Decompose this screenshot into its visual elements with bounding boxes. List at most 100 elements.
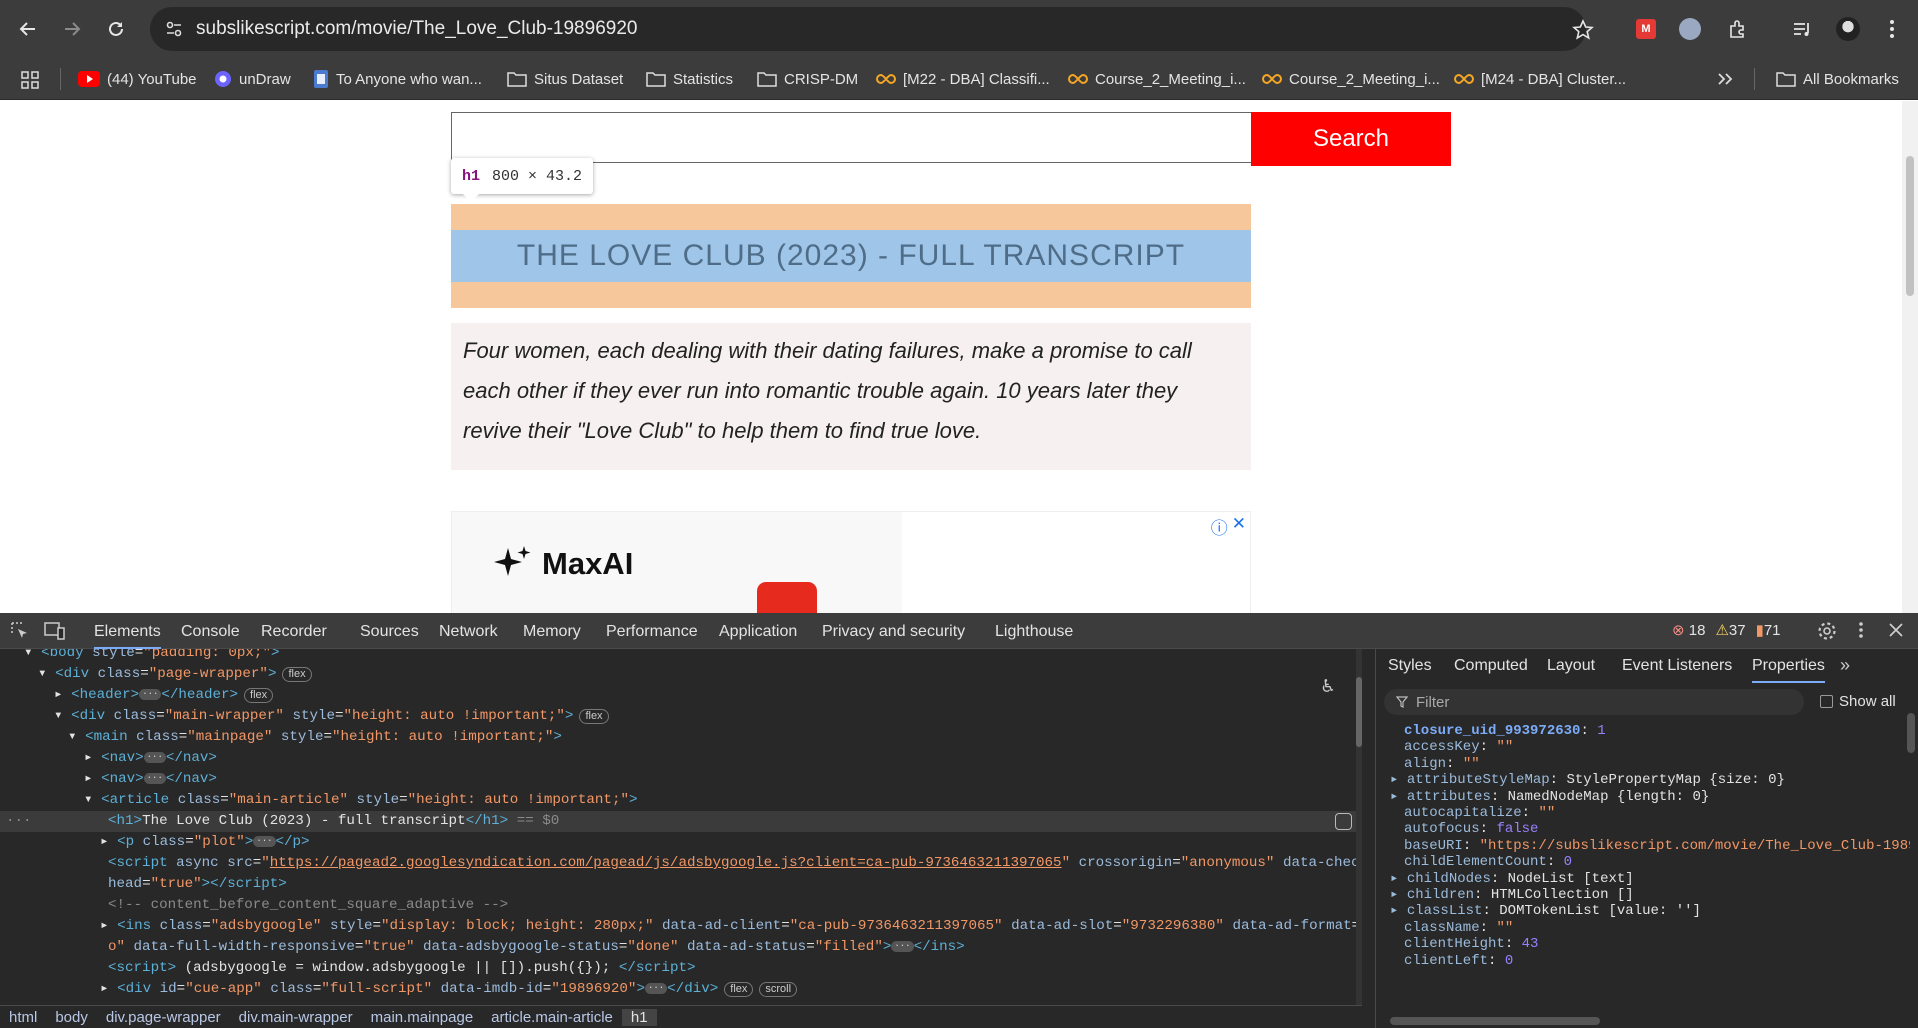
dom-line[interactable]: ▸ <header> ··· </header> flex: [0, 685, 1362, 706]
dom-line[interactable]: ▸ <nav> ··· </nav>: [0, 748, 1362, 769]
scroll-badge[interactable]: scroll: [759, 982, 798, 997]
tab-styles[interactable]: Styles: [1388, 649, 1432, 683]
property-row[interactable]: clientLeft: 0: [1390, 951, 1910, 971]
bookmark-star-icon[interactable]: [1572, 19, 1594, 41]
issue-count[interactable]: ▮71: [1756, 621, 1781, 639]
dom-line[interactable]: ▾ <div class="page-wrapper"> flex: [0, 664, 1362, 685]
crumb-page-wrapper[interactable]: div.page-wrapper: [97, 1009, 230, 1026]
tab-recorder[interactable]: Recorder: [261, 613, 327, 649]
bookmark-to-anyone[interactable]: To Anyone who wan...: [313, 66, 482, 92]
crumb-mainpage[interactable]: main.mainpage: [362, 1009, 483, 1026]
ai-assist-icon[interactable]: [1335, 813, 1352, 830]
ad-banner[interactable]: MaxAI ⓘ ✕: [451, 511, 1251, 613]
dom-line-selected[interactable]: ··· <h1>The Love Club (2023) - full trans…: [0, 811, 1362, 832]
dom-line[interactable]: ▾ <main class="mainpage" style="height: …: [0, 727, 1362, 748]
url-text[interactable]: subslikescript.com/movie/The_Love_Club-1…: [196, 7, 637, 51]
extension-circle-icon[interactable]: [1674, 13, 1706, 45]
bookmark-undraw[interactable]: unDraw: [214, 66, 291, 92]
more-bookmarks-chevron-icon[interactable]: [1716, 70, 1734, 88]
ad-controls[interactable]: ⓘ ✕: [1211, 514, 1246, 539]
warning-count[interactable]: ⚠37: [1715, 621, 1745, 639]
device-toggle-icon[interactable]: [44, 621, 66, 641]
media-control-icon[interactable]: [1786, 13, 1818, 45]
extension-red-icon[interactable]: M: [1630, 13, 1662, 45]
close-devtools-icon[interactable]: [1888, 622, 1904, 638]
dom-scrollbar[interactable]: [1356, 649, 1362, 1005]
apps-grid-icon[interactable]: [20, 70, 40, 90]
flex-badge[interactable]: flex: [579, 709, 609, 724]
tab-properties[interactable]: Properties: [1752, 649, 1825, 683]
inspect-element-icon[interactable]: [10, 621, 30, 641]
forward-button[interactable]: [56, 13, 88, 45]
collapsed-dots[interactable]: ···: [253, 835, 276, 847]
dom-line[interactable]: ▾ <body style="padding: 0px;">: [0, 649, 1362, 664]
dom-tree[interactable]: ▾ <body style="padding: 0px;"> ▾ <div cl…: [0, 649, 1362, 1005]
error-count[interactable]: ⊗ 18: [1672, 621, 1705, 639]
crumb-body[interactable]: body: [46, 1009, 97, 1026]
dom-line[interactable]: ▸ <nav> ··· </nav>: [0, 769, 1362, 790]
accessibility-icon[interactable]: ♿: [1322, 673, 1334, 699]
back-button[interactable]: [12, 13, 44, 45]
flex-badge[interactable]: flex: [282, 667, 312, 682]
bookmark-folder-situs[interactable]: Situs Dataset: [507, 66, 623, 92]
tab-event-listeners[interactable]: Event Listeners: [1622, 649, 1732, 683]
crumb-html[interactable]: html: [0, 1009, 46, 1026]
ad-info-icon[interactable]: ⓘ: [1211, 514, 1228, 539]
issue-counts[interactable]: ⊗ 18 ⚠37 ▮71: [1672, 621, 1781, 639]
filter-input[interactable]: Filter: [1384, 689, 1804, 715]
dom-line[interactable]: <script> (adsbygoogle = window.adsbygoog…: [0, 958, 1362, 979]
devtools-menu-icon[interactable]: [1858, 621, 1864, 639]
tab-layout[interactable]: Layout: [1547, 649, 1595, 683]
sidebar-hscrollbar[interactable]: [1390, 1017, 1600, 1025]
search-button[interactable]: Search: [1251, 112, 1451, 166]
ad-close-icon[interactable]: ✕: [1232, 514, 1246, 539]
flex-badge[interactable]: flex: [244, 688, 274, 703]
dom-line[interactable]: head="true"></script>: [0, 874, 1362, 895]
dom-line[interactable]: ▸ <ins class="adsbygoogle" style="displa…: [0, 916, 1362, 937]
menu-kebab-icon[interactable]: [1876, 13, 1908, 45]
bookmark-folder-statistics[interactable]: Statistics: [646, 66, 733, 92]
tab-elements[interactable]: Elements: [94, 613, 161, 649]
crumb-main-wrapper[interactable]: div.main-wrapper: [230, 1009, 362, 1026]
bookmark-m22[interactable]: [M22 - DBA] Classifi...: [876, 66, 1050, 92]
bookmark-course2-a[interactable]: Course_2_Meeting_i...: [1068, 66, 1246, 92]
collapsed-dots[interactable]: ···: [644, 982, 668, 994]
dom-line[interactable]: ▾ <article class="main-article" style="h…: [0, 790, 1362, 811]
address-bar[interactable]: subslikescript.com/movie/The_Love_Club-1…: [150, 7, 1594, 51]
extensions-puzzle-icon[interactable]: [1722, 13, 1754, 45]
dom-line[interactable]: <!-- content_before_content_square_adapt…: [0, 895, 1362, 916]
dom-line[interactable]: ▸ <div id="cue-app" class="full-script" …: [0, 979, 1362, 1000]
tab-computed[interactable]: Computed: [1454, 649, 1528, 683]
flex-badge[interactable]: flex: [724, 982, 754, 997]
profile-avatar[interactable]: [1832, 13, 1864, 45]
crumb-h1[interactable]: h1: [621, 1008, 657, 1026]
tab-console[interactable]: Console: [181, 613, 240, 649]
dom-line[interactable]: ▾ <div class="main-wrapper" style="heigh…: [0, 706, 1362, 727]
tab-memory[interactable]: Memory: [523, 613, 581, 649]
show-all-checkbox[interactable]: Show all: [1820, 693, 1896, 710]
settings-gear-icon[interactable]: [1817, 621, 1837, 641]
site-info-icon[interactable]: [164, 19, 184, 39]
dom-line[interactable]: ▸ <p class="plot"> ··· </p>: [0, 832, 1362, 853]
tab-lighthouse[interactable]: Lighthouse: [995, 613, 1073, 649]
bookmark-folder-crisp[interactable]: CRISP-DM: [757, 66, 858, 92]
collapsed-dots[interactable]: ···: [139, 688, 162, 700]
tab-network[interactable]: Network: [439, 613, 498, 649]
tab-privacy-security[interactable]: Privacy and security: [822, 613, 965, 649]
scroll-thumb[interactable]: [1906, 156, 1914, 296]
search-input[interactable]: [451, 112, 1251, 163]
collapsed-dots[interactable]: ···: [143, 772, 166, 784]
tab-sources[interactable]: Sources: [360, 613, 419, 649]
dom-line[interactable]: <script async src="https://pagead2.googl…: [0, 853, 1362, 874]
checkbox[interactable]: [1820, 695, 1833, 708]
all-bookmarks[interactable]: All Bookmarks: [1776, 66, 1899, 92]
tab-application[interactable]: Application: [719, 613, 797, 649]
reload-button[interactable]: [100, 13, 132, 45]
more-tabs-chevron-icon[interactable]: »: [1840, 655, 1850, 676]
bookmark-m24[interactable]: [M24 - DBA] Cluster...: [1454, 66, 1626, 92]
bookmark-course2-b[interactable]: Course_2_Meeting_i...: [1262, 66, 1440, 92]
page-scrollbar[interactable]: [1902, 101, 1918, 613]
bookmark-youtube[interactable]: (44) YouTube: [78, 66, 197, 92]
collapsed-dots[interactable]: ···: [891, 940, 914, 952]
collapsed-dots[interactable]: ···: [143, 751, 166, 763]
